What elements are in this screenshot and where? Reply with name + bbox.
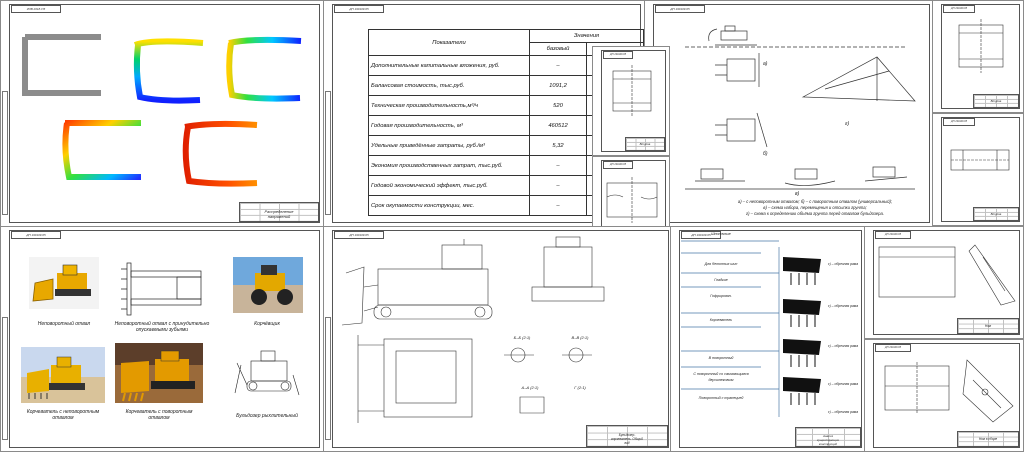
indicator-name: Годовой экономический эффект, тыс.руб. xyxy=(368,175,530,196)
analysis-label-7: С поворотный со сжимающимся двухшнековым xyxy=(693,372,749,382)
photo-bulldozer-fixed-blade xyxy=(29,257,99,309)
label-b: б) xyxy=(763,151,768,157)
plot-deformed-4 xyxy=(182,120,258,187)
label-d: г) xyxy=(845,121,850,127)
sheet-corner-tag: ДП 190109.65 xyxy=(334,5,384,13)
caption-ripper-bulldozer: Бульдозер рыхлительный xyxy=(236,413,298,419)
sheet-title-block: Анализ существующих конструкций xyxy=(795,427,861,447)
indicator-base: – xyxy=(529,195,587,216)
indicator-name: Техническая производительность,м³/ч xyxy=(368,95,530,116)
analysis-right-label-3: c) – обрезная рама xyxy=(827,344,859,348)
indicator-name: Балансовая стоимость, тыс.руб. xyxy=(368,75,530,96)
sheet-title-block: Втулка xyxy=(973,207,1019,221)
analysis-right-label-4: c) – обрезная рама xyxy=(827,382,859,386)
plot-deformed-1 xyxy=(133,38,204,104)
sheet-design-analysis: ДП 190109.65 Шпоночные Для бетонных шин … xyxy=(670,226,866,452)
plot-undeformed-frame xyxy=(22,34,101,96)
title-block-text: Втулка xyxy=(990,99,1002,104)
sheet-knife-assembly: ДП 190109.65 Нож в сборе xyxy=(864,339,1024,452)
sheet-corner-tag: ДП 190109.65 xyxy=(11,231,61,239)
header-values: Значения xyxy=(529,29,644,43)
title-block-text: Втулка xyxy=(990,212,1002,217)
analysis-right-label-1: c) – обрезная рама xyxy=(827,262,859,266)
sheet-photo-catalog: ДП 190109.65 Неповоротный отвал Неповоро… xyxy=(0,226,324,452)
title-block-text: Распределение напряжений xyxy=(264,209,294,220)
section-label-g: Г (2:1) xyxy=(574,385,586,390)
indicator-base: 520 xyxy=(529,95,587,116)
title-block-text: Нож в сборе xyxy=(978,436,998,441)
photo-grubber-swivel-blade xyxy=(115,343,203,403)
indicator-base: – xyxy=(529,155,587,176)
scheme-caption-line-2: в) – схема набора, перемещения и отсыпки… xyxy=(763,205,867,210)
sheet-title-block: Распределение напряжений xyxy=(239,202,319,222)
analysis-label-3: Гладкие xyxy=(714,278,728,282)
sheet-title-block: Втулка xyxy=(973,94,1019,108)
drawing-ripper-bulldozer xyxy=(234,350,300,396)
analysis-right-label-5: c) – обрезная рама xyxy=(827,410,859,414)
sheet-stress-distribution: ИЗВ 2018-ПЗ Распределение напряжений xyxy=(0,0,324,227)
photo-grubber-fixed-blade xyxy=(21,347,105,403)
header-indicators: Показатели xyxy=(368,29,530,56)
caption-rooter: Корчёвщик xyxy=(254,321,280,327)
sheet-title-block: Бульдозер-корчеватель. Общий вид xyxy=(586,425,668,447)
caption-fixed-blade: Неповоротный отвал xyxy=(37,321,91,327)
analysis-label-8: Поворотный с трапецией xyxy=(698,396,744,400)
sheet-side-strip xyxy=(2,316,8,440)
sheet-bushing-a: ДП 190109.65 Втулка xyxy=(592,46,670,156)
section-label-bb: Б–Б (2:1) xyxy=(513,335,531,340)
analysis-label-6: В поворотный xyxy=(708,356,734,360)
indicator-name: Экономия производственных затрат, тыс.ру… xyxy=(368,155,530,176)
caption-blade-with-teeth: Неповоротный отвал с принудительно опуск… xyxy=(114,321,210,333)
general-view-drawing xyxy=(341,236,605,423)
scheme-caption-line-1: а) – с неповоротным отвалом; б) – с пово… xyxy=(737,199,893,204)
analysis-label-1: Шпоночные xyxy=(711,232,731,236)
indicator-base: – xyxy=(529,175,587,196)
sheet-side-strip xyxy=(325,91,331,215)
caption-grubber-swivel-blade: Корчеватель с поворотным отвалом xyxy=(125,409,193,421)
indicator-base: 1091,2 xyxy=(529,75,587,96)
indicator-base: 460512 xyxy=(529,115,587,136)
bulldozer-scheme-drawing xyxy=(685,25,916,190)
section-label-vv: В–В (2:1) xyxy=(571,335,589,340)
photo-rooter xyxy=(233,257,303,313)
sheet-bushing-c: ДП 190109.65 Втулка xyxy=(932,113,1024,226)
indicator-base: – xyxy=(529,55,587,76)
sheet-title-block: Нож в сборе xyxy=(957,431,1019,447)
sheet-title-block: Нож xyxy=(957,318,1019,334)
title-block-text: Бульдозер-корчеватель. Общий вид xyxy=(611,432,643,445)
indicator-name: Удельные приведённые затраты, руб./м³ xyxy=(368,135,530,156)
caption-grubber-fixed-blade: Корчеватель с неповоротным отвалом xyxy=(26,409,100,421)
label-c: в) xyxy=(795,191,800,197)
analysis-label-4: Гофрирован. xyxy=(710,294,732,298)
sheet-general-view: ДП 190109.65 Б–Б (2:1) В–В (2:1) А–А (2:… xyxy=(323,226,673,452)
title-block-text: Втулка xyxy=(639,142,651,147)
stress-plots xyxy=(22,34,302,187)
title-block-text: Нож xyxy=(984,323,992,328)
sheet-bulldozer-schemes: ДП 190109.65 а) б) в) г) а) – с неповоро… xyxy=(644,0,934,227)
title-block-text: Анализ существующих конструкций xyxy=(816,434,840,447)
indicator-name: Годовая производительность, м³ xyxy=(368,115,530,136)
label-a: а) xyxy=(763,61,768,67)
sheet-knife: ДП 190109.65 Нож xyxy=(864,226,1024,339)
sheet-title-block: Втулка xyxy=(625,137,665,151)
analysis-label-5: Корчеватель xyxy=(709,318,733,322)
sheet-bushing-b: ДП 190109.65 Втулка xyxy=(932,0,1024,113)
scheme-caption-line-3: г) – схема к определению объёма грунта п… xyxy=(746,211,884,216)
plot-deformed-2 xyxy=(226,36,302,102)
header-base: базовый xyxy=(529,42,587,56)
analysis-right-label-2: c) – обрезная рама xyxy=(827,304,859,308)
indicator-base: 5,32 xyxy=(529,135,587,156)
section-label-aa: А–А (2:1) xyxy=(521,385,539,390)
indicator-name: Дополнительные капитальные вложения, руб… xyxy=(368,55,530,76)
analysis-label-2: Для бетонных шин xyxy=(704,262,738,266)
drawing-blade-with-teeth xyxy=(121,262,202,316)
indicator-name: Срок окупаемости конструкции, мес. xyxy=(368,195,530,216)
plot-deformed-3 xyxy=(62,120,141,180)
